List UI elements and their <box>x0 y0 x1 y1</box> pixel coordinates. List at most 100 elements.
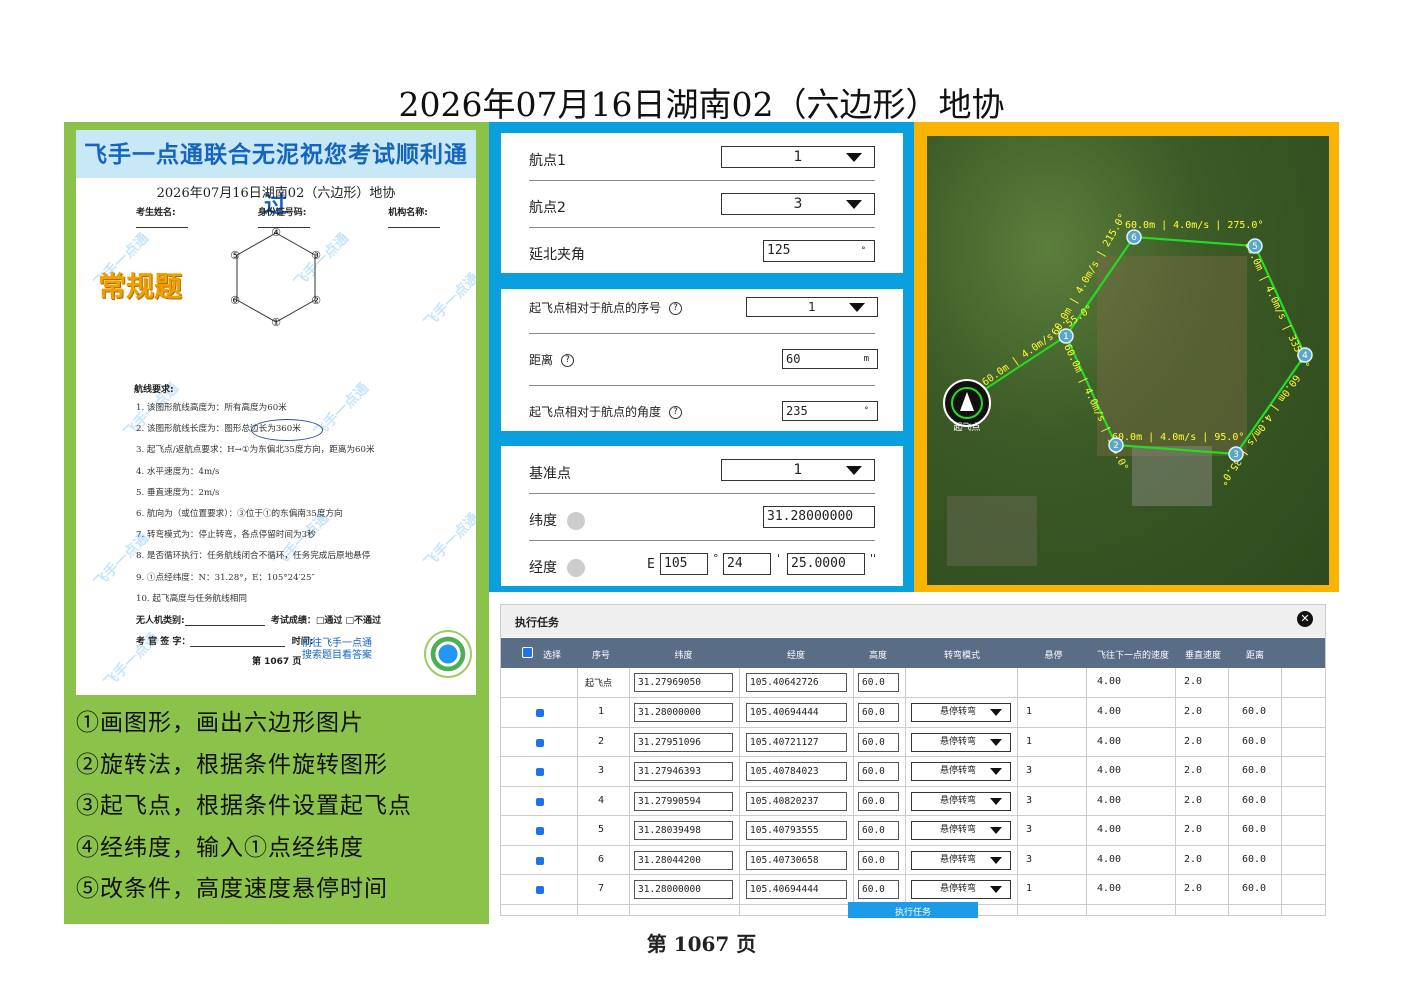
execute-task-button[interactable]: 执行任务 <box>848 902 978 918</box>
lat-input[interactable]: 31.28000000 <box>634 703 733 722</box>
table-row[interactable]: 4 31.27990594 105.40820237 60.0 悬停转弯 3 4… <box>501 787 1325 816</box>
paper-page-number: 第 1067 页 <box>252 657 302 667</box>
turn-mode-select[interactable]: 悬停转弯 <box>911 732 1011 752</box>
lon-input[interactable]: 105.40694444 <box>746 880 847 899</box>
table-row[interactable]: 5 31.28039498 105.40793555 60.0 悬停转弯 3 4… <box>501 816 1325 846</box>
column-header: 经度 <box>786 651 805 661</box>
alt-input[interactable]: 60.0 <box>858 821 899 840</box>
longitude-prefix: E <box>647 557 655 572</box>
select-all-checkbox[interactable] <box>522 647 533 658</box>
alt-input[interactable]: 60.0 <box>858 703 899 722</box>
alt-input[interactable]: 60.0 <box>858 762 899 781</box>
turn-mode-select[interactable]: 悬停转弯 <box>911 703 1011 722</box>
lon-input[interactable]: 105.40694444 <box>746 703 847 722</box>
row-checkbox[interactable] <box>536 827 544 835</box>
turn-mode-select[interactable]: 悬停转弯 <box>911 791 1011 811</box>
row-checkbox[interactable] <box>536 886 544 894</box>
row-checkbox[interactable] <box>536 709 544 717</box>
alt-input[interactable]: 60.0 <box>858 880 899 899</box>
lat-input[interactable]: 31.27969050 <box>634 673 733 692</box>
alt-input[interactable]: 60.0 <box>858 673 899 692</box>
chevron-down-icon <box>990 709 1002 716</box>
exam-paper: 飞手一点通 飞手一点通 飞手一点通 飞手一点通 飞手一点通 飞手一点通 飞手一点… <box>76 130 476 695</box>
table-row[interactable]: 2 31.27951096 105.40721127 60.0 悬停转弯 1 4… <box>501 728 1325 757</box>
step-item: ③起飞点，根据条件设置起飞点 <box>76 793 412 819</box>
help-icon[interactable]: ? <box>669 302 683 315</box>
lat-input[interactable]: 31.28044200 <box>634 850 733 870</box>
table-row: 起飞点 31.27969050 105.40642726 60.0 4.00 2… <box>501 668 1325 698</box>
table-row[interactable]: 3 31.27946393 105.40784023 60.0 悬停转弯 3 4… <box>501 757 1325 787</box>
lon-input[interactable]: 105.40784023 <box>746 762 847 781</box>
paper-banner: 飞手一点通联合无泥祝您考试顺利通过 <box>76 130 476 218</box>
help-icon[interactable]: ? <box>669 406 683 419</box>
lon-input[interactable]: 105.40820237 <box>746 791 847 811</box>
lat-input[interactable]: 31.27990594 <box>634 791 733 811</box>
requirement-item: 3. 起飞点/返航点要求：H→①为东偏北35度方向，距离为60米 <box>136 445 375 456</box>
latitude-input[interactable]: 31.28000000 <box>763 506 875 528</box>
row-checkbox[interactable] <box>536 797 544 806</box>
longitude-minute-input[interactable]: 24 <box>723 553 771 575</box>
takeoff-seq-select[interactable]: 1 <box>746 297 878 317</box>
segment-label: 60.0m | 4.0m/s | 275.0° <box>1125 220 1263 231</box>
lat-input[interactable]: 31.28000000 <box>634 880 733 899</box>
table-row[interactable]: 6 31.28044200 105.40730658 60.0 悬停转弯 3 4… <box>501 846 1325 875</box>
takeoff-label: 起飞点 <box>953 422 980 433</box>
turn-mode-select[interactable]: 悬停转弯 <box>911 821 1011 840</box>
paper-title: 2026年07月16日湖南02（六边形）地协 <box>156 186 396 201</box>
waypoint-number: 4 <box>1302 351 1308 361</box>
alt-input[interactable]: 60.0 <box>858 850 899 870</box>
step-item: ⑤改条件，高度速度悬停时间 <box>76 876 388 902</box>
turn-mode-select[interactable]: 悬停转弯 <box>911 850 1011 870</box>
paper-footer-sign: 考 官 签 字： 时间: <box>136 637 314 647</box>
turn-mode-select[interactable]: 悬停转弯 <box>911 880 1011 899</box>
base-point-select[interactable]: 1 <box>721 459 875 481</box>
chevron-down-icon <box>990 797 1002 805</box>
longitude-second-input[interactable]: 25.0000 <box>787 553 865 575</box>
alt-input[interactable]: 60.0 <box>858 732 899 752</box>
table-row[interactable]: 1 31.28000000 105.40694444 60.0 悬停转弯 1 4… <box>501 698 1325 728</box>
close-icon[interactable]: ✕ <box>1297 611 1313 627</box>
column-header: 飞往下一点的速度 <box>1096 651 1169 661</box>
regular-question-stamp: 常规题 <box>98 270 183 303</box>
switch-icon[interactable] <box>567 512 585 530</box>
requirements-title: 航线要求: <box>134 385 174 395</box>
satellite-map[interactable]: 60.0m | 4.0m/s | 275.0° 60.0m | 4.0m/s |… <box>927 136 1329 585</box>
switch-icon[interactable] <box>567 559 585 577</box>
lon-input[interactable]: 105.40721127 <box>746 732 847 752</box>
execute-task-dialog: 执行任务 ✕ 选择 序号 纬度 经度 高度 转弯模式 悬停 飞往下一点的速度 垂… <box>500 604 1326 916</box>
row-checkbox[interactable] <box>536 768 544 776</box>
distance-input[interactable]: 60 m <box>782 349 878 369</box>
north-angle-input[interactable]: 125 ° <box>763 240 875 262</box>
chevron-down-icon <box>990 768 1002 775</box>
steps-list: ①画图形，画出六边形图片 ②旋转法，根据条件旋转图形 ③起飞点，根据条件设置起飞… <box>76 704 486 912</box>
longitude-degree-input[interactable]: 105 <box>660 553 708 575</box>
degree-symbol: ° <box>713 552 719 565</box>
chevron-down-icon <box>846 466 862 475</box>
row-checkbox[interactable] <box>536 856 544 865</box>
column-header: 高度 <box>868 651 887 661</box>
hexagon-diagram: ④ ③ ② ① ⑥ ⑤ <box>230 226 321 329</box>
lat-input[interactable]: 31.27946393 <box>634 762 733 781</box>
waypoint2-select[interactable]: 3 <box>721 193 875 215</box>
waypoint1-select[interactable]: 1 <box>721 146 875 168</box>
alt-input[interactable]: 60.0 <box>858 791 899 811</box>
lon-input[interactable]: 105.40642726 <box>746 673 847 692</box>
hex-label-1: ① <box>271 316 281 329</box>
column-header: 距离 <box>1245 651 1264 661</box>
takeoff-angle-input[interactable]: 235 ° <box>782 401 878 421</box>
chevron-down-icon <box>849 303 865 312</box>
chevron-down-icon <box>990 827 1002 834</box>
lon-input[interactable]: 105.40793555 <box>746 821 847 840</box>
step-item: ②旋转法，根据条件旋转图形 <box>76 751 388 778</box>
help-icon[interactable]: ? <box>561 354 575 367</box>
column-header: 悬停 <box>1044 651 1063 661</box>
turn-mode-select[interactable]: 悬停转弯 <box>911 762 1011 781</box>
lat-input[interactable]: 31.27951096 <box>634 732 733 752</box>
requirement-item: 5. 垂直速度为：2m/s <box>136 487 220 498</box>
row-checkbox[interactable] <box>536 738 544 747</box>
table-row[interactable]: 7 31.28000000 105.40694444 60.0 悬停转弯 1 4… <box>501 875 1325 905</box>
takeoff-marker-icon[interactable] <box>943 379 991 427</box>
lat-input[interactable]: 31.28039498 <box>634 821 733 840</box>
lon-input[interactable]: 105.40730658 <box>746 850 847 870</box>
table-header: 选择 序号 纬度 经度 高度 转弯模式 悬停 飞往下一点的速度 垂直速度 距离 <box>501 638 1325 668</box>
